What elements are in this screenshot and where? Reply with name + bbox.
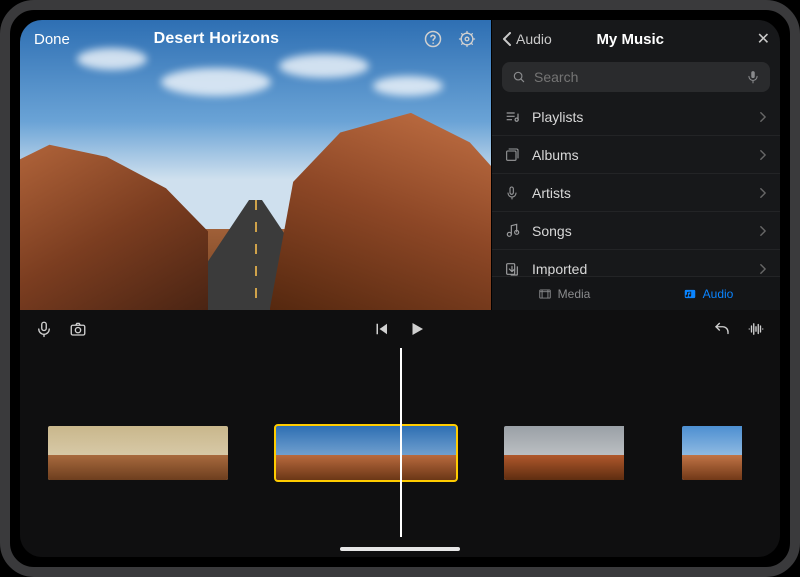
row-playlists[interactable]: Playlists — [492, 98, 780, 136]
playhead[interactable] — [400, 348, 402, 537]
clip-selected[interactable] — [276, 426, 456, 480]
media-icon — [538, 287, 552, 301]
preview-image — [20, 20, 491, 310]
help-icon[interactable] — [423, 29, 443, 49]
music-list: Playlists Albums Artists — [492, 98, 780, 276]
project-title: Desert Horizons — [20, 30, 423, 48]
panel-tabs: Media Audio — [492, 276, 780, 310]
tab-label: Audio — [703, 287, 734, 301]
timeline-area — [20, 310, 780, 557]
clip[interactable] — [682, 426, 752, 480]
clip[interactable] — [48, 426, 228, 480]
track-area[interactable] — [20, 348, 780, 557]
undo-button[interactable] — [712, 319, 732, 339]
search-field[interactable] — [502, 62, 770, 92]
video-preview: Done Desert Horizons — [20, 20, 491, 310]
chevron-right-icon — [758, 264, 768, 274]
row-label: Artists — [532, 185, 571, 201]
row-label: Songs — [532, 223, 572, 239]
row-label: Imported — [532, 261, 587, 277]
chevron-right-icon — [758, 112, 768, 122]
clip[interactable] — [504, 426, 634, 480]
gear-icon[interactable] — [457, 29, 477, 49]
chevron-right-icon — [758, 150, 768, 160]
artists-icon — [504, 185, 520, 201]
search-input[interactable] — [534, 69, 738, 85]
timeline-controls — [20, 310, 780, 348]
chevron-right-icon — [758, 188, 768, 198]
screen: Done Desert Horizons — [20, 20, 780, 557]
microphone-button[interactable] — [34, 319, 54, 339]
row-albums[interactable]: Albums — [492, 136, 780, 174]
row-label: Playlists — [532, 109, 583, 125]
music-panel: Audio My Music ✕ Playlists — [491, 20, 780, 310]
songs-icon — [504, 223, 520, 239]
albums-icon — [504, 147, 520, 163]
panel-title: My Music — [510, 31, 751, 48]
tab-label: Media — [558, 287, 591, 301]
previous-button[interactable] — [371, 319, 391, 339]
waveform-button[interactable] — [746, 319, 766, 339]
imported-icon — [504, 261, 520, 277]
preview-toolbar: Done Desert Horizons — [20, 20, 491, 58]
camera-button[interactable] — [68, 319, 88, 339]
row-artists[interactable]: Artists — [492, 174, 780, 212]
tab-media[interactable]: Media — [492, 277, 636, 310]
tab-audio[interactable]: Audio — [636, 277, 780, 310]
playlists-icon — [504, 109, 520, 125]
search-icon — [512, 70, 526, 84]
close-icon[interactable]: ✕ — [757, 29, 770, 49]
panel-header: Audio My Music ✕ — [492, 20, 780, 58]
chevron-right-icon — [758, 226, 768, 236]
top-area: Done Desert Horizons — [20, 20, 780, 310]
row-songs[interactable]: Songs — [492, 212, 780, 250]
microphone-icon[interactable] — [746, 69, 760, 85]
play-button[interactable] — [405, 317, 429, 341]
audio-icon — [683, 287, 697, 301]
row-imported[interactable]: Imported — [492, 250, 780, 276]
ipad-frame: Done Desert Horizons — [0, 0, 800, 577]
row-label: Albums — [532, 147, 579, 163]
home-indicator[interactable] — [340, 547, 460, 551]
